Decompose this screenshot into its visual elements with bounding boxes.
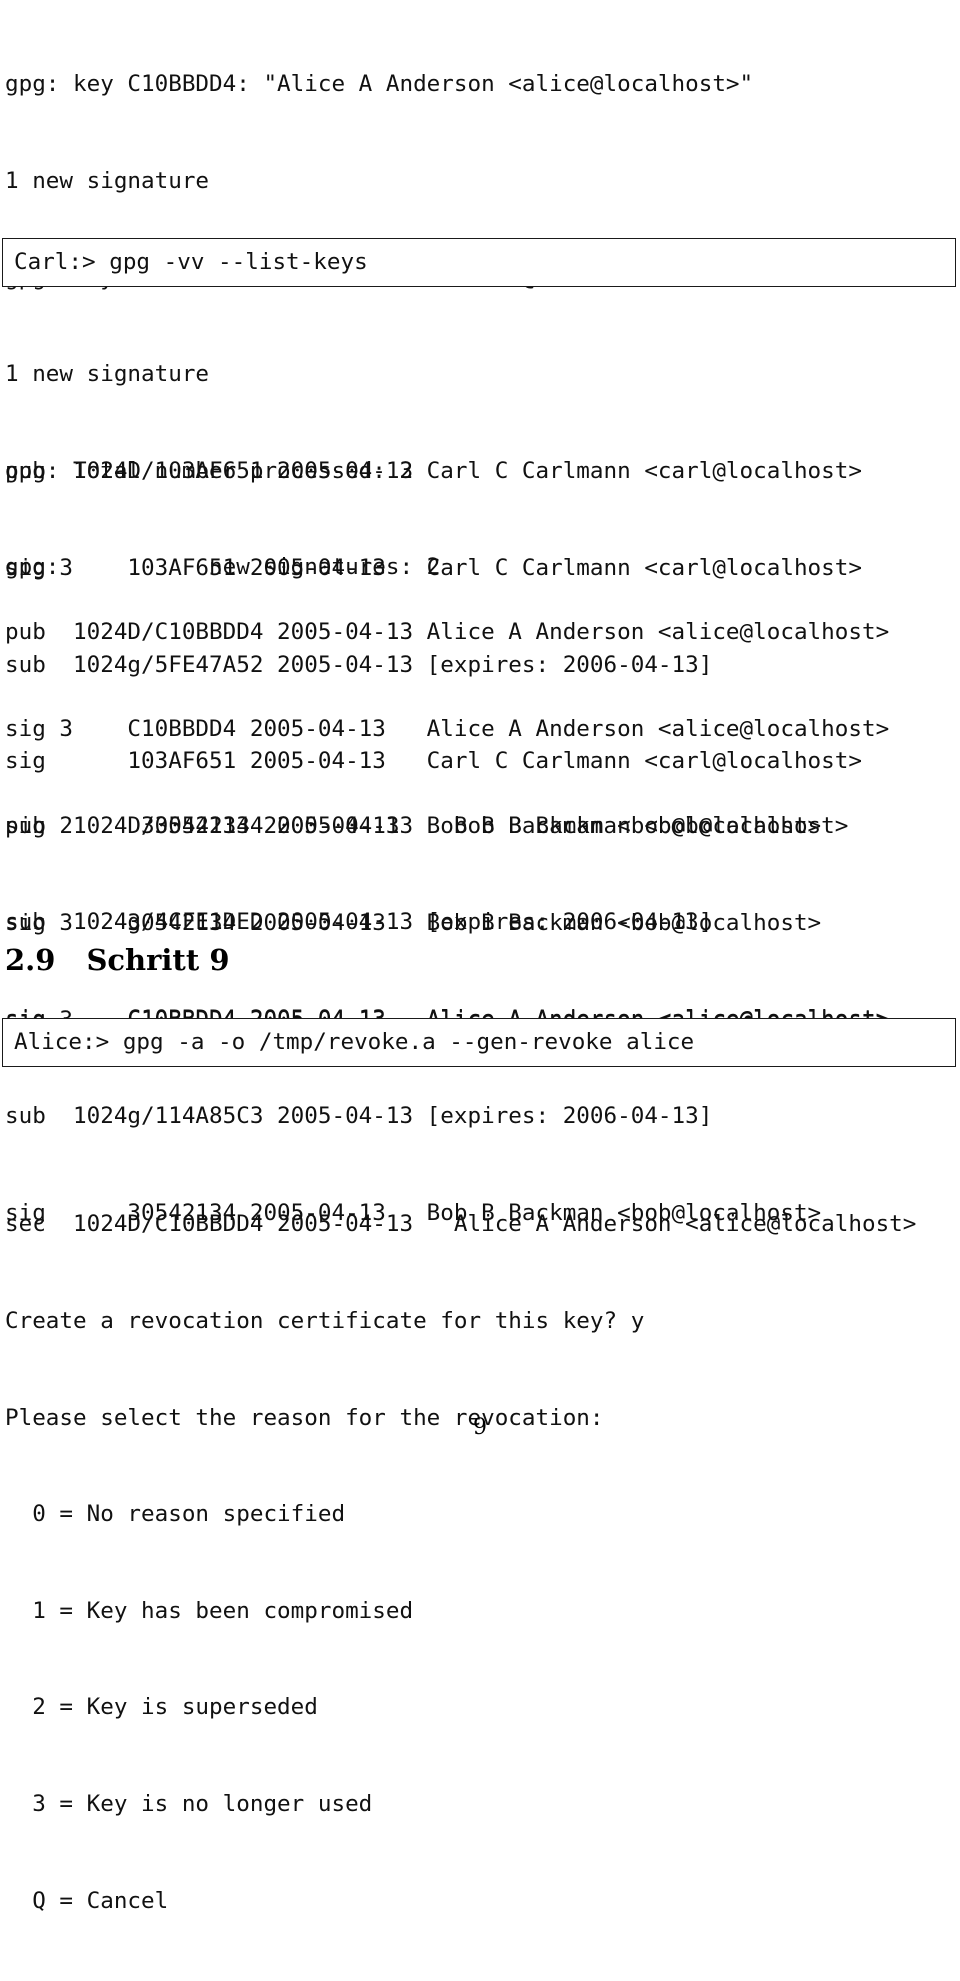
document-page: gpg: key C10BBDD4: "Alice A Anderson <al… [0,0,960,1914]
command-box-list-keys[interactable]: Carl:> gpg -vv --list-keys [2,238,956,287]
output-line: gpg: key C10BBDD4: "Alice A Anderson <al… [5,71,754,98]
secret-key-line: sec 1024D/C10BBDD4 2005-04-13 Alice A An… [5,1211,917,1238]
key-line-pub: pub 1024D/103AF651 2005-04-13 Carl C Car… [5,458,862,485]
key-line-sig: sig 3 30542134 2005-04-13 Bob B Backman … [5,910,822,936]
command-box-gen-revoke[interactable]: Alice:> gpg -a -o /tmp/revoke.a --gen-re… [2,1018,956,1067]
prompt-create-certificate: Create a revocation certificate for this… [5,1308,645,1334]
command-line: Carl:> gpg -vv --list-keys [14,249,368,275]
key-line-pub: pub 1024D/C10BBDD4 2005-04-13 Alice A An… [5,619,890,646]
page-number: 9 [473,1415,487,1440]
reason-option-3[interactable]: 3 = Key is no longer used [5,1788,916,1820]
key-line-sub: sub 1024g/114A85C3 2005-04-13 [expires: … [5,1103,713,1130]
command-box-gen-revoke-wrapper: Alice:> gpg -a -o /tmp/revoke.a --gen-re… [0,1018,960,1067]
section-number: 2.9 [5,943,56,977]
output-line: 1 new signature [5,168,210,194]
reason-option-1[interactable]: 1 = Key has been compromised [5,1595,916,1627]
reason-option-2[interactable]: 2 = Key is superseded [5,1691,916,1723]
section-heading: 2.9 Schritt 9 [5,942,230,978]
key-line-pub: pub 1024D/30542134 2005-04-13 Bob B Back… [5,813,822,840]
reason-option-0[interactable]: 0 = No reason specified [5,1498,916,1530]
command-line: Alice:> gpg -a -o /tmp/revoke.a --gen-re… [14,1029,695,1055]
section-title: Schritt 9 [86,943,230,977]
key-line-sig: sig 3 C10BBDD4 2005-04-13 Alice A Anders… [5,716,890,742]
reason-option-q[interactable]: Q = Cancel [5,1885,916,1917]
command-box-list-keys-wrapper: Carl:> gpg -vv --list-keys [0,238,960,287]
gen-revoke-output: sec 1024D/C10BBDD4 2005-04-13 Alice A An… [5,1144,916,1981]
output-line: 1 new signature [5,361,210,388]
